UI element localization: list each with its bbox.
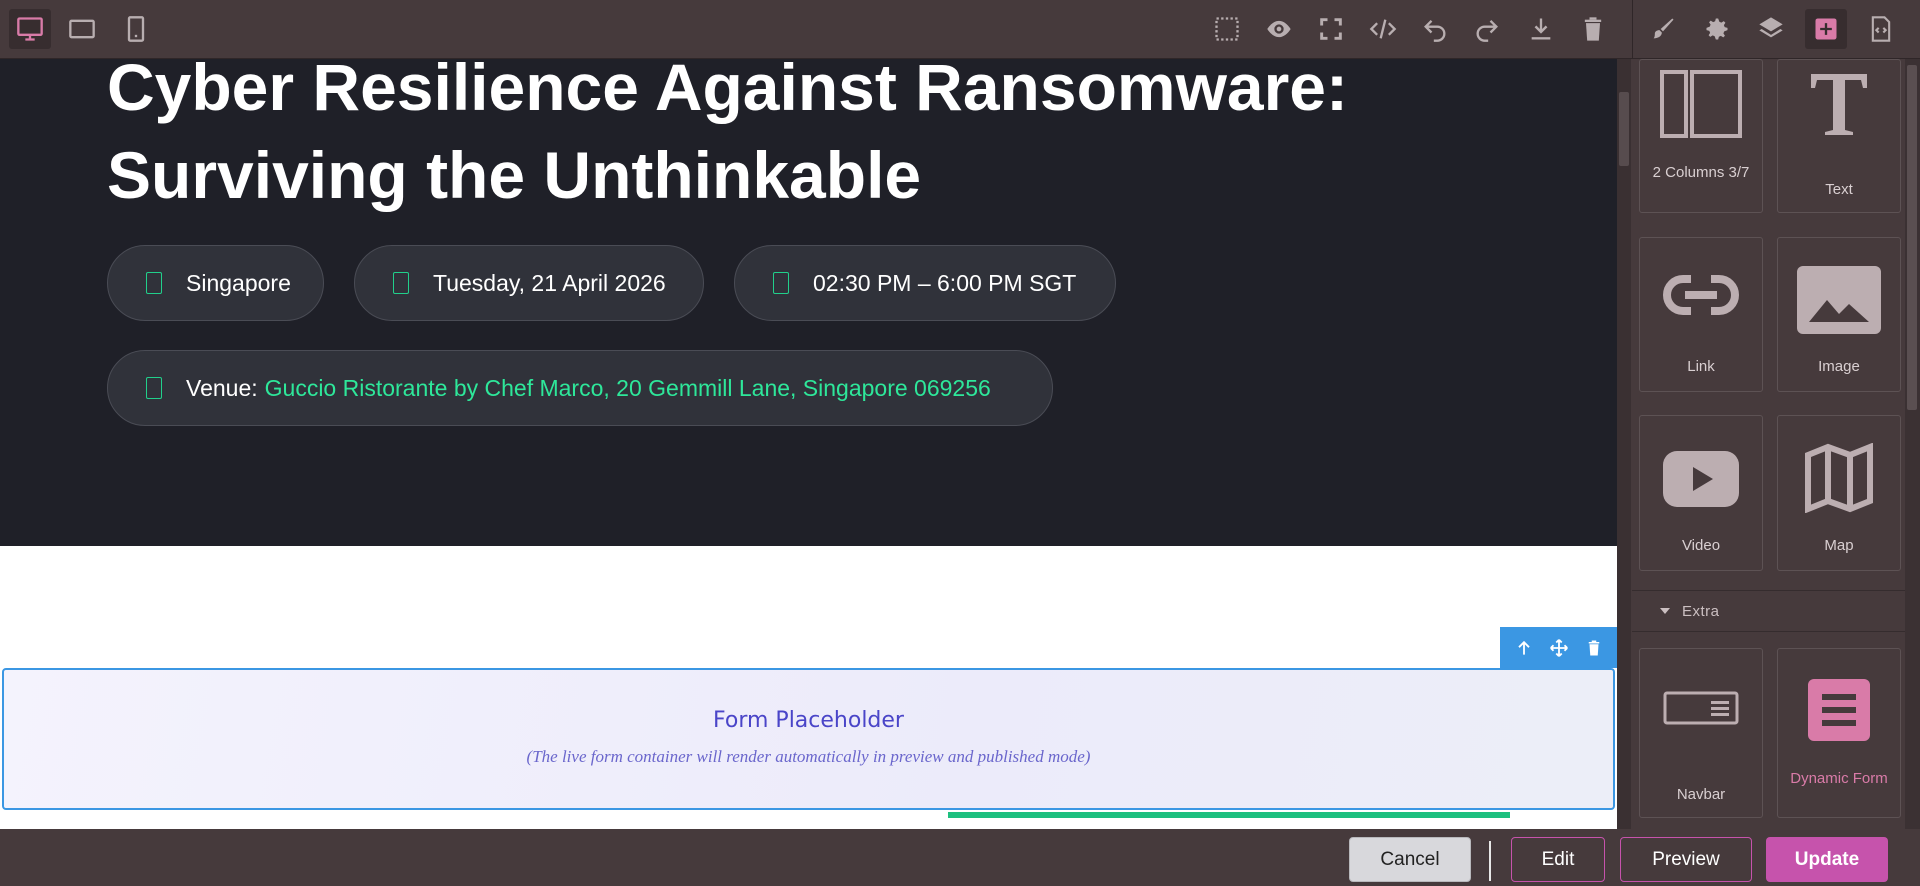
map-icon	[1778, 443, 1900, 513]
block-label: Dynamic Form	[1790, 770, 1888, 787]
hero-title[interactable]: Cyber Resilience Against Ransomware: Sur…	[107, 59, 1507, 219]
layers-icon[interactable]	[1750, 9, 1792, 49]
desktop-icon[interactable]	[9, 9, 51, 49]
location-icon	[146, 272, 162, 294]
block-text[interactable]: Text	[1777, 59, 1901, 213]
play-icon	[1640, 451, 1762, 507]
mobile-icon[interactable]	[115, 9, 157, 49]
editor-toolbar	[0, 0, 1920, 59]
block-video[interactable]: Video	[1639, 415, 1763, 571]
venue-value: Guccio Ristorante by Chef Marco, 20 Gemm…	[264, 374, 991, 401]
caret-down-icon	[1660, 608, 1670, 614]
venue-label: Venue:	[186, 374, 258, 401]
block-two-columns[interactable]: 2 Columns 3/7	[1639, 59, 1763, 213]
code-icon[interactable]	[1362, 9, 1404, 49]
update-button[interactable]: Update	[1766, 837, 1888, 882]
block-image[interactable]: Image	[1777, 237, 1901, 392]
form-placeholder-subtitle: (The live form container will render aut…	[526, 747, 1091, 766]
edit-button[interactable]: Edit	[1511, 837, 1605, 882]
preview-button[interactable]: Preview	[1620, 837, 1752, 882]
location-pill[interactable]: Singapore	[107, 245, 324, 321]
category-extra[interactable]: Extra	[1632, 590, 1905, 632]
form-list-icon	[1778, 679, 1900, 741]
redo-icon[interactable]	[1466, 9, 1508, 49]
footer-divider	[1489, 841, 1491, 881]
block-label: Navbar	[1676, 786, 1726, 803]
undo-icon[interactable]	[1414, 9, 1456, 49]
block-label: 2 Columns 3/7	[1652, 164, 1750, 181]
category-label: Extra	[1682, 602, 1720, 620]
panel-scrollbar-thumb[interactable]	[1907, 65, 1917, 410]
eye-icon[interactable]	[1258, 9, 1300, 49]
add-block-icon[interactable]	[1805, 9, 1847, 49]
block-link[interactable]: Link	[1639, 237, 1763, 392]
columns-icon	[1640, 70, 1762, 138]
time-pill[interactable]: 02:30 PM – 6:00 PM SGT	[734, 245, 1116, 321]
block-label: Map	[1824, 537, 1854, 554]
block-navbar[interactable]: Navbar	[1639, 648, 1763, 818]
image-icon	[1778, 266, 1900, 334]
block-label: Image	[1818, 358, 1860, 375]
calendar-icon	[393, 272, 409, 294]
map-pin-icon	[146, 377, 162, 399]
form-placeholder[interactable]: Form Placeholder (The live form containe…	[2, 668, 1615, 810]
hero-section[interactable]: Cyber Resilience Against Ransomware: Sur…	[0, 59, 1617, 546]
date-pill[interactable]: Tuesday, 21 April 2026	[354, 245, 704, 321]
accent-bar	[948, 812, 1510, 818]
fullscreen-icon[interactable]	[1310, 9, 1352, 49]
block-label: Video	[1681, 537, 1721, 554]
canvas-scrollbar[interactable]	[1617, 59, 1631, 829]
download-icon[interactable]	[1520, 9, 1562, 49]
arrow-up-icon[interactable]	[1511, 635, 1537, 661]
cancel-button[interactable]: Cancel	[1349, 837, 1471, 882]
block-map[interactable]: Map	[1777, 415, 1901, 571]
trash-icon[interactable]	[1572, 9, 1614, 49]
editor-canvas[interactable]: Cyber Resilience Against Ransomware: Sur…	[0, 59, 1617, 829]
time-text: 02:30 PM – 6:00 PM SGT	[813, 269, 1077, 296]
venue-pill[interactable]: Venue: Guccio Ristorante by Chef Marco, …	[107, 350, 1053, 426]
block-label: Text	[1825, 181, 1853, 198]
canvas-scrollbar-thumb[interactable]	[1619, 92, 1629, 166]
footer-bar: Cancel Edit Preview Update	[0, 829, 1920, 886]
block-dynamic-form[interactable]: Dynamic Form	[1777, 648, 1901, 818]
date-text: Tuesday, 21 April 2026	[433, 269, 666, 296]
text-icon	[1778, 72, 1900, 136]
clock-icon	[773, 272, 789, 294]
gear-icon[interactable]	[1696, 9, 1738, 49]
form-placeholder-title: Form Placeholder	[713, 708, 904, 733]
toolbar-divider	[1632, 0, 1633, 59]
tablet-icon[interactable]	[61, 9, 103, 49]
block-label: Link	[1687, 358, 1715, 375]
navbar-icon	[1640, 691, 1762, 725]
move-icon[interactable]	[1546, 635, 1572, 661]
code-file-icon[interactable]	[1860, 9, 1902, 49]
selection-toolbar	[1500, 627, 1617, 668]
select-outline-icon[interactable]	[1206, 9, 1248, 49]
link-icon	[1640, 273, 1762, 317]
location-text: Singapore	[186, 269, 291, 296]
delete-icon[interactable]	[1581, 635, 1607, 661]
brush-icon[interactable]	[1642, 9, 1684, 49]
